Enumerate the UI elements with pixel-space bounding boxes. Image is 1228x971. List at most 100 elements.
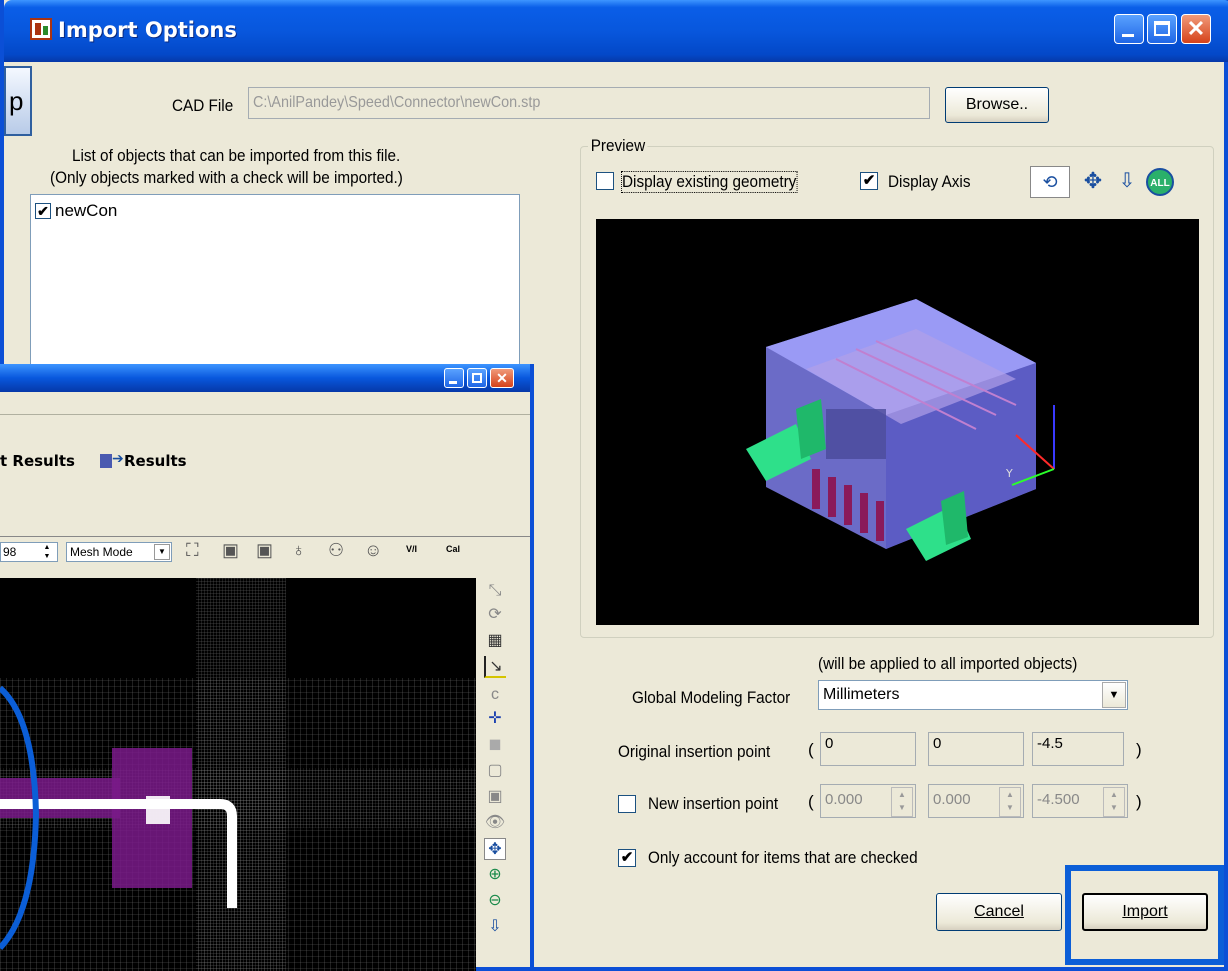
- minimize-button[interactable]: [1114, 14, 1144, 44]
- close-icon: ✕: [1186, 16, 1206, 41]
- select-tool-icon[interactable]: ⛶: [186, 540, 199, 561]
- cube-outline-icon[interactable]: ▢: [484, 760, 506, 782]
- results-label[interactable]: Results: [124, 452, 187, 470]
- original-z-field: -4.5: [1032, 732, 1124, 766]
- new-y-field[interactable]: 0.000 ▲ ▼: [928, 784, 1024, 818]
- sub-minimize-button[interactable]: [444, 368, 464, 388]
- display-axis-label: Display Axis: [888, 172, 971, 191]
- modeling-factor-label: Global Modeling Factor: [632, 688, 791, 707]
- original-point-label: Original insertion point: [618, 742, 771, 761]
- solid-face-icon[interactable]: ◼: [484, 734, 506, 756]
- zoom-icon[interactable]: ⇩: [484, 916, 506, 938]
- minimize-icon: [1122, 34, 1134, 37]
- rotate-icon[interactable]: ⟲: [1030, 166, 1070, 198]
- new-z-field[interactable]: -4.500 ▲ ▼: [1032, 784, 1128, 818]
- cancel-button[interactable]: Cancel: [936, 893, 1062, 931]
- dropdown-arrow[interactable]: ▼: [1102, 682, 1126, 708]
- rotate3d-icon[interactable]: ⟳: [484, 604, 506, 626]
- cube-wire-icon[interactable]: ▣: [484, 786, 506, 808]
- cad-file-label: CAD File: [172, 96, 234, 115]
- spin-field[interactable]: 98 ▲ ▼: [0, 542, 58, 562]
- new-x-value: 0.000: [825, 791, 863, 808]
- person-tool-icon[interactable]: ☺: [364, 540, 382, 561]
- close-button[interactable]: ✕: [1181, 14, 1211, 44]
- background-solver-window: ✕ t Results ➔ Results 98 ▲ ▼ Mesh Mode ▼ …: [0, 364, 534, 971]
- import-label: Import: [1122, 903, 1168, 920]
- new-y-value: 0.000: [933, 791, 971, 808]
- axes-icon[interactable]: ⤡: [484, 580, 506, 602]
- preview-canvas[interactable]: Y: [596, 219, 1199, 625]
- mesh-canvas[interactable]: [0, 578, 476, 971]
- spin-arrows[interactable]: ▲ ▼: [39, 543, 55, 561]
- box-tool-icon[interactable]: ▣: [222, 540, 239, 561]
- mesh-render: [0, 578, 476, 971]
- sub-title-bar[interactable]: ✕: [0, 364, 530, 392]
- display-existing-label: Display existing geometry: [621, 171, 798, 193]
- results-tabs-text: t Results: [0, 452, 75, 470]
- zoom-out-icon[interactable]: ⊖: [484, 890, 506, 912]
- modeling-factor-select[interactable]: Millimeters ▼: [818, 680, 1128, 710]
- browse-label: Browse..: [965, 96, 1029, 113]
- box2-tool-icon[interactable]: ▣: [256, 540, 273, 561]
- sub-toolbar-separator: [0, 536, 530, 537]
- maximize-button[interactable]: [1147, 14, 1177, 44]
- import-button[interactable]: Import: [1082, 893, 1208, 931]
- sub-maximize-button[interactable]: [467, 368, 487, 388]
- c-icon[interactable]: c: [484, 684, 506, 706]
- sub-menu-separator: [0, 414, 530, 415]
- probe-tool-icon[interactable]: ♁: [292, 540, 306, 561]
- modeling-note: (will be applied to all imported objects…: [818, 654, 1078, 673]
- cad-file-field[interactable]: C:\AnilPandey\Speed\Connector\newCon.stp: [248, 87, 930, 119]
- original-point-open: (: [808, 740, 814, 759]
- cal-label[interactable]: Cal: [446, 544, 460, 554]
- new-y-spinner[interactable]: ▲ ▼: [999, 787, 1021, 817]
- modeling-factor-value: Millimeters: [823, 686, 900, 703]
- mode-dropdown-arrow[interactable]: ▼: [154, 544, 170, 560]
- only-checked-checkbox[interactable]: ✔: [618, 849, 636, 867]
- mode-select[interactable]: Mesh Mode ▼: [66, 542, 172, 562]
- callout-box: p: [4, 66, 32, 136]
- vi-label[interactable]: V/I: [406, 544, 417, 554]
- pan-icon[interactable]: ✥: [484, 838, 506, 860]
- zoom-in-icon[interactable]: ⊕: [484, 864, 506, 886]
- original-y-field: 0: [928, 732, 1024, 766]
- maximize-icon: [472, 373, 482, 383]
- preview-group-label: Preview: [588, 136, 648, 156]
- only-checked-label: Only account for items that are checked: [648, 848, 918, 867]
- sub-close-button[interactable]: ✕: [490, 368, 514, 388]
- window-title: Import Options: [58, 18, 237, 42]
- objects-list[interactable]: ✔ newCon: [30, 194, 520, 369]
- spin-value: 98: [3, 545, 17, 559]
- new-point-checkbox[interactable]: [618, 795, 636, 813]
- original-x-value: 0: [825, 735, 834, 752]
- cancel-label: Cancel: [974, 903, 1024, 920]
- title-bar[interactable]: Import Options ✕: [4, 0, 1228, 62]
- close-icon: ✕: [496, 370, 508, 386]
- new-x-spinner[interactable]: ▲ ▼: [891, 787, 913, 817]
- cluster-tool-icon[interactable]: ⚇: [328, 540, 344, 561]
- cad-file-path: C:\AnilPandey\Speed\Connector\newCon.stp: [253, 94, 541, 111]
- grid-icon[interactable]: ▦: [484, 630, 506, 652]
- new-x-field[interactable]: 0.000 ▲ ▼: [820, 784, 916, 818]
- maximize-icon: [1154, 21, 1170, 36]
- connector-model-render: Y: [746, 299, 1055, 561]
- original-z-value: -4.5: [1037, 735, 1063, 752]
- chevron-down-icon: ▼: [158, 547, 166, 556]
- results-arrow-glyph: ➔: [112, 450, 124, 466]
- object-checkbox-newcon[interactable]: ✔: [35, 203, 51, 219]
- original-x-field: 0: [820, 732, 916, 766]
- original-y-value: 0: [933, 735, 942, 752]
- callout-text: p: [9, 86, 24, 116]
- zoom-all-icon[interactable]: ALL: [1146, 168, 1174, 196]
- eye-icon[interactable]: 👁: [484, 812, 506, 834]
- mesh-edit-icon[interactable]: ↘: [484, 656, 506, 678]
- display-existing-checkbox[interactable]: [596, 172, 614, 190]
- new-z-spinner[interactable]: ▲ ▼: [1103, 787, 1125, 817]
- pan-icon[interactable]: ✥: [1078, 166, 1108, 196]
- crosshair-icon[interactable]: ✛: [484, 708, 506, 730]
- display-axis-checkbox[interactable]: ✔: [860, 172, 878, 190]
- original-point-close: ): [1136, 740, 1142, 759]
- zoom-icon[interactable]: ⇩: [1112, 166, 1142, 196]
- browse-button[interactable]: Browse..: [945, 87, 1049, 123]
- svg-text:Y: Y: [1005, 467, 1013, 480]
